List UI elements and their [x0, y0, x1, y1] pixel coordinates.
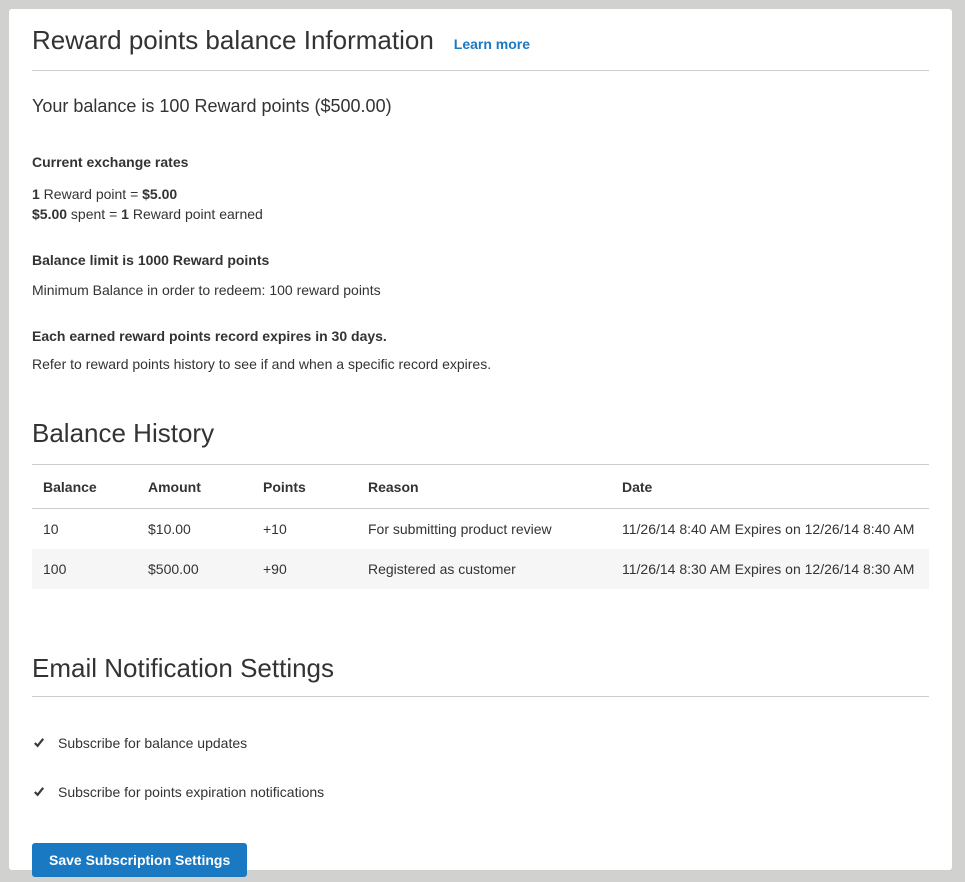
subscribe-balance-updates-label: Subscribe for balance updates — [58, 735, 247, 751]
rate-line-1: 1 Reward point = $5.00 — [32, 186, 177, 202]
expiry-text: Each earned reward points record expires… — [32, 326, 929, 346]
table-row: 100 $500.00 +90 Registered as customer 1… — [32, 549, 929, 589]
cell-amount: $10.00 — [137, 509, 252, 550]
cell-amount: $500.00 — [137, 549, 252, 589]
column-header-reason: Reason — [357, 465, 611, 509]
reward-info-block: Current exchange rates 1 Reward point = … — [32, 152, 929, 374]
cell-date: 11/26/14 8:40 AM Expires on 12/26/14 8:4… — [611, 509, 929, 550]
exchange-rates-heading: Current exchange rates — [32, 152, 929, 172]
balance-history-table: Balance Amount Points Reason Date 10 $10… — [32, 464, 929, 589]
cell-date: 11/26/14 8:30 AM Expires on 12/26/14 8:3… — [611, 549, 929, 589]
table-header-row: Balance Amount Points Reason Date — [32, 465, 929, 509]
balance-history-heading: Balance History — [32, 418, 929, 449]
column-header-amount: Amount — [137, 465, 252, 509]
learn-more-link[interactable]: Learn more — [454, 36, 530, 52]
column-header-date: Date — [611, 465, 929, 509]
cell-balance: 100 — [32, 549, 137, 589]
column-header-balance: Balance — [32, 465, 137, 509]
cell-points: +90 — [252, 549, 357, 589]
cell-balance: 10 — [32, 509, 137, 550]
subscribe-expiration-checkbox[interactable] — [32, 785, 46, 799]
save-subscription-settings-button[interactable]: Save Subscription Settings — [32, 843, 247, 877]
table-row: 10 $10.00 +10 For submitting product rev… — [32, 509, 929, 550]
cell-reason: Registered as customer — [357, 549, 611, 589]
subscribe-expiration-label: Subscribe for points expiration notifica… — [58, 784, 324, 800]
balance-limit-text: Balance limit is 1000 Reward points — [32, 250, 929, 270]
subscribe-balance-updates-checkbox[interactable] — [32, 736, 46, 750]
balance-summary: Your balance is 100 Reward points ($500.… — [32, 96, 929, 117]
min-balance-text: Minimum Balance in order to redeem: 100 … — [32, 280, 929, 300]
rate-line-2: $5.00 spent = 1 Reward point earned — [32, 206, 263, 222]
exchange-rates-lines: 1 Reward point = $5.00 $5.00 spent = 1 R… — [32, 184, 929, 224]
subscribe-balance-updates-row[interactable]: Subscribe for balance updates — [32, 735, 929, 751]
page-title-wrapper: Reward points balance Information Learn … — [32, 25, 929, 71]
column-header-points: Points — [252, 465, 357, 509]
email-settings-heading: Email Notification Settings — [32, 653, 929, 684]
cell-points: +10 — [252, 509, 357, 550]
reward-points-card: Reward points balance Information Learn … — [9, 9, 952, 870]
page-title: Reward points balance Information — [32, 25, 434, 56]
cell-reason: For submitting product review — [357, 509, 611, 550]
expiry-note-text: Refer to reward points history to see if… — [32, 354, 929, 374]
email-settings-heading-wrapper: Email Notification Settings — [32, 653, 929, 697]
subscribe-expiration-row[interactable]: Subscribe for points expiration notifica… — [32, 784, 929, 800]
